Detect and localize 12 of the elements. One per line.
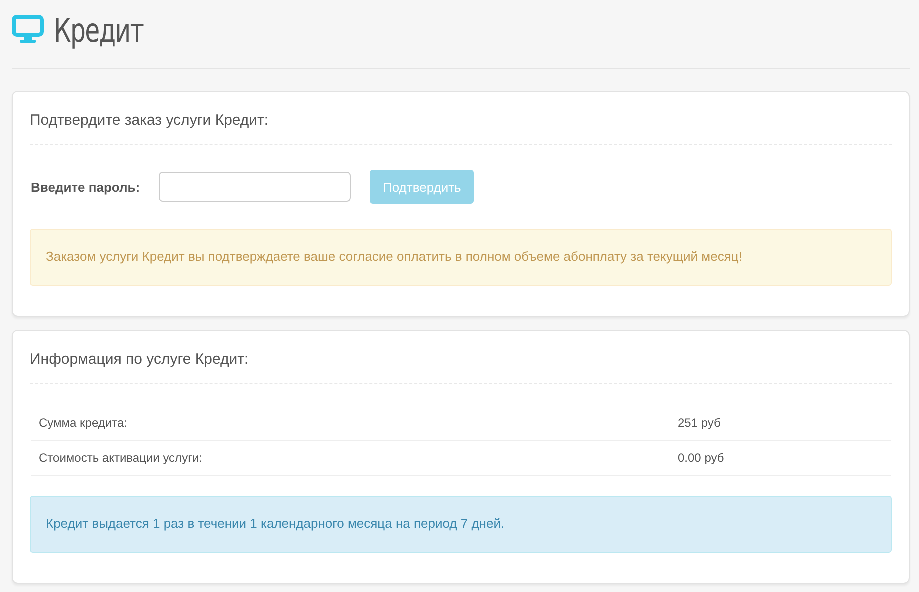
alert-message: Заказом услуги Кредит вы подтверждаете ваше согласие оплатить в полном объеме абонплату за текущий месяц! — [30, 229, 892, 286]
row-label: Стоимость активации услуги: — [39, 450, 204, 467]
password-label: Введите пароль: — [30, 180, 142, 194]
panel-heading: Подтвердите заказ услуги Кредит: — [30, 92, 892, 145]
row-value: 0.00 руб — [678, 450, 724, 467]
panel-heading: Информация по услуге Кредит: — [30, 331, 892, 384]
password-field[interactable] — [159, 172, 351, 202]
row-label: Сумма кредита: — [39, 415, 128, 432]
row-value: 251 руб — [678, 415, 721, 432]
alert-message: Кредит выдается 1 раз в течении 1 календарного месяца на период 7 дней. — [30, 496, 892, 553]
monitor-icon — [12, 15, 44, 45]
page-title: Кредит — [54, 10, 144, 50]
